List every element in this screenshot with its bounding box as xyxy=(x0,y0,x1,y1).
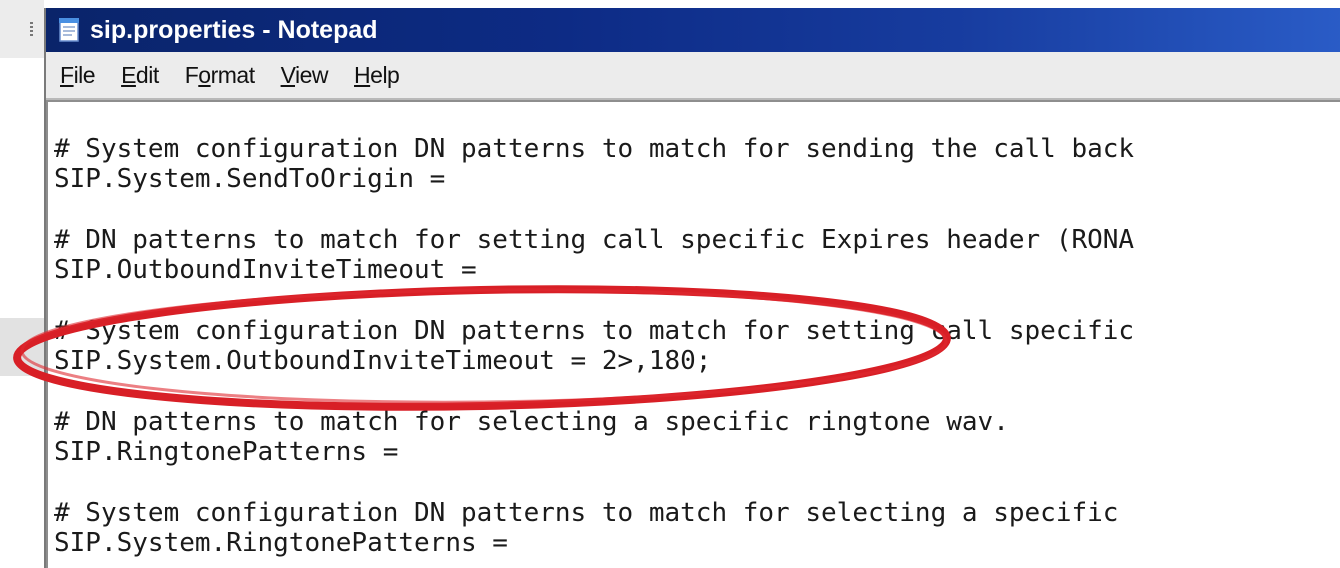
background-panel xyxy=(0,318,44,376)
menu-format[interactable]: Format xyxy=(185,62,255,89)
comment-line: # DN patterns to match for setting call … xyxy=(54,225,1135,255)
menu-help[interactable]: Help xyxy=(354,62,400,89)
menu-bar: File Edit Format View Help xyxy=(46,52,1340,100)
notepad-window: sip.properties - Notepad File Edit Forma… xyxy=(44,8,1340,568)
text-editor[interactable]: # System configuration DN patterns to ma… xyxy=(46,100,1340,568)
menu-edit[interactable]: Edit xyxy=(121,62,159,89)
background-panel xyxy=(0,0,44,58)
title-bar[interactable]: sip.properties - Notepad xyxy=(46,8,1340,52)
splitter-grip[interactable] xyxy=(30,22,33,36)
property-line: SIP.System.SendToOrigin = xyxy=(54,164,446,194)
notepad-icon[interactable] xyxy=(56,17,82,43)
property-line: SIP.System.RingtonePatterns = xyxy=(54,528,508,558)
property-line: SIP.OutboundInviteTimeout = xyxy=(54,255,477,285)
property-line: SIP.System.OutboundInviteTimeout = 2>,18… xyxy=(54,346,712,376)
menu-file[interactable]: File xyxy=(60,62,96,89)
comment-line: # DN patterns to match for selecting a s… xyxy=(54,407,1009,437)
comment-line: # System configuration DN patterns to ma… xyxy=(54,134,1135,164)
editor-content[interactable]: # System configuration DN patterns to ma… xyxy=(54,134,1134,558)
menu-view[interactable]: View xyxy=(281,62,329,89)
comment-line: # System configuration DN patterns to ma… xyxy=(54,498,1119,528)
window-title: sip.properties - Notepad xyxy=(90,15,378,44)
comment-line: # System configuration DN patterns to ma… xyxy=(54,316,1135,346)
property-line: SIP.RingtonePatterns = xyxy=(54,437,399,467)
background-window-edge xyxy=(0,0,44,563)
